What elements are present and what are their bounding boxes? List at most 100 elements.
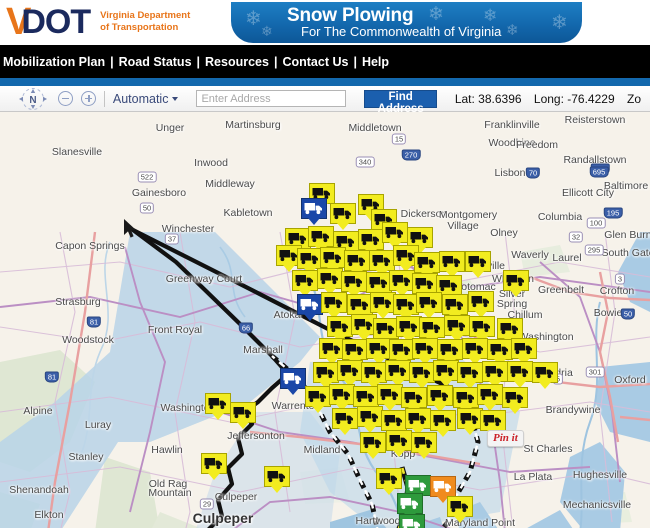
map-place-label: Middleway [205, 178, 255, 190]
map-place-label: Old Rag [148, 478, 188, 490]
map-place-label: Bowie [593, 307, 623, 319]
snowplow-truck-icon [471, 296, 489, 308]
find-address-button[interactable]: Find Address [364, 89, 437, 115]
zoom-out-button[interactable] [58, 91, 74, 106]
snowplow-marker[interactable] [201, 453, 227, 481]
nav-link-resources[interactable]: Resources [200, 55, 274, 69]
snowplow-marker[interactable] [301, 198, 327, 226]
zoom-in-button[interactable] [81, 91, 97, 106]
map-place-label: Slanesville [51, 146, 103, 158]
snowplow-truck-icon [385, 227, 403, 239]
snowplow-truck-icon [396, 299, 414, 311]
snowplow-marker[interactable] [503, 270, 529, 298]
map-place-label: Randallstown [563, 154, 627, 166]
snowplow-marker[interactable] [264, 466, 290, 494]
map-place-label: Kabletown [223, 207, 273, 219]
snowplow-marker[interactable] [399, 514, 425, 528]
snowplow-truck-icon [288, 233, 306, 245]
snowplow-marker[interactable] [468, 291, 494, 319]
snowplow-marker[interactable] [230, 402, 256, 430]
snow-plowing-banner: ❄ ❄ ❄ ❄ ❄ ❄ Snow Plowing For The Commonw… [231, 2, 582, 43]
snowplow-marker[interactable] [332, 408, 358, 436]
marker-tail [509, 407, 521, 414]
snowplow-marker[interactable] [507, 361, 533, 389]
snowplow-truck-icon [535, 367, 553, 379]
address-input[interactable] [196, 90, 347, 107]
snowplow-marker[interactable] [360, 432, 386, 460]
vdot-logo[interactable]: V DOT Virginia Department of Transportat… [6, 3, 190, 41]
snowplow-marker[interactable] [297, 294, 323, 322]
vdot-logo-subtitle: Virginia Department of Transportation [100, 10, 190, 34]
snowplow-marker[interactable] [532, 362, 558, 390]
map-place-label: Franklinville [484, 119, 540, 131]
highway-shield: 15 [391, 133, 407, 145]
snowplow-marker[interactable] [305, 386, 331, 414]
map-mode-dropdown[interactable]: Automatic [113, 92, 179, 106]
nav-link-help[interactable]: Help [357, 55, 394, 69]
nav-link-contact-us[interactable]: Contact Us [277, 55, 353, 69]
snowplow-truck-icon [335, 413, 353, 425]
map-place-label: Jeffersonton [227, 430, 285, 442]
snowplow-truck-icon [447, 320, 465, 332]
map-place-label: Spring [496, 298, 528, 310]
nav-link-road-status[interactable]: Road Status [114, 55, 197, 69]
snowplow-truck-icon [320, 273, 338, 285]
snowplow-marker[interactable] [205, 393, 231, 421]
snowplow-truck-icon [430, 390, 448, 402]
snowplow-truck-icon [410, 232, 428, 244]
snowplow-marker[interactable] [357, 406, 383, 434]
snowplow-marker[interactable] [386, 430, 412, 458]
marker-tail [437, 430, 449, 437]
map-place-label: Oxford [614, 374, 646, 386]
snowplow-marker[interactable] [411, 432, 437, 460]
snowplow-marker[interactable] [280, 368, 306, 396]
map-place-label: Marshall [243, 344, 283, 356]
snowplow-truck-icon [304, 203, 322, 215]
snowplow-marker[interactable] [376, 468, 402, 496]
snowplow-truck-icon [332, 389, 350, 401]
snowplow-truck-icon [510, 366, 528, 378]
map-place-label: Columbia [537, 211, 583, 223]
map-overlay-layer: Unger Martinsburg Middletown Franklinville R… [0, 112, 650, 528]
snowplow-truck-icon [399, 321, 417, 333]
snowplow-truck-icon [376, 323, 394, 335]
snowplow-truck-icon [472, 321, 490, 333]
snowplow-truck-icon [347, 255, 365, 267]
snowplow-marker[interactable] [433, 360, 459, 388]
snowplow-truck-icon [404, 392, 422, 404]
snowplow-truck-icon [388, 365, 406, 377]
highway-shield: 295 [584, 244, 604, 256]
nav-link-mobilization-plan[interactable]: Mobilization Plan [0, 55, 110, 69]
snowflake-icon: ❄ [428, 4, 444, 25]
highway-shield: 340 [355, 156, 375, 168]
snowplow-truck-icon [506, 275, 524, 287]
coordinates-readout: Lat: 38.6396 Long: -76.4229 Zo [455, 92, 650, 106]
snowplow-truck-icon [360, 411, 378, 423]
snowplow-truck-icon [323, 252, 341, 264]
snowplow-truck-icon [316, 367, 334, 379]
highway-shield: 81 [86, 316, 102, 328]
marker-tail [418, 452, 430, 459]
map-place-label: Brandywine [545, 404, 601, 416]
snowplow-truck-icon [308, 391, 326, 403]
snowplow-truck-icon [419, 297, 437, 309]
map-place-label: South Gate [601, 247, 650, 259]
marker-tail [472, 271, 484, 278]
svg-text:N: N [29, 95, 36, 106]
map-place-label: Winchester [161, 223, 215, 235]
snowflake-icon: ❄ [506, 22, 519, 39]
snowplow-truck-icon [373, 297, 391, 309]
map-place-label: Hawlin [151, 444, 183, 456]
marker-tail [339, 428, 351, 435]
map-place-label: Stanley [68, 451, 104, 463]
highway-shield: 301 [585, 366, 605, 378]
pinterest-pin-it-button[interactable]: Pin it [487, 430, 524, 447]
snowplow-truck-icon [396, 250, 414, 262]
map-place-label: Baltimore [603, 180, 649, 192]
compass-control[interactable]: N [14, 87, 47, 111]
map-place-label: Village [447, 220, 479, 232]
snowplow-truck-icon [322, 343, 340, 355]
snowplow-marker[interactable] [447, 496, 473, 524]
snowplow-map[interactable]: Unger Martinsburg Middletown Franklinville R… [0, 112, 650, 528]
snowplow-marker[interactable] [465, 251, 491, 279]
